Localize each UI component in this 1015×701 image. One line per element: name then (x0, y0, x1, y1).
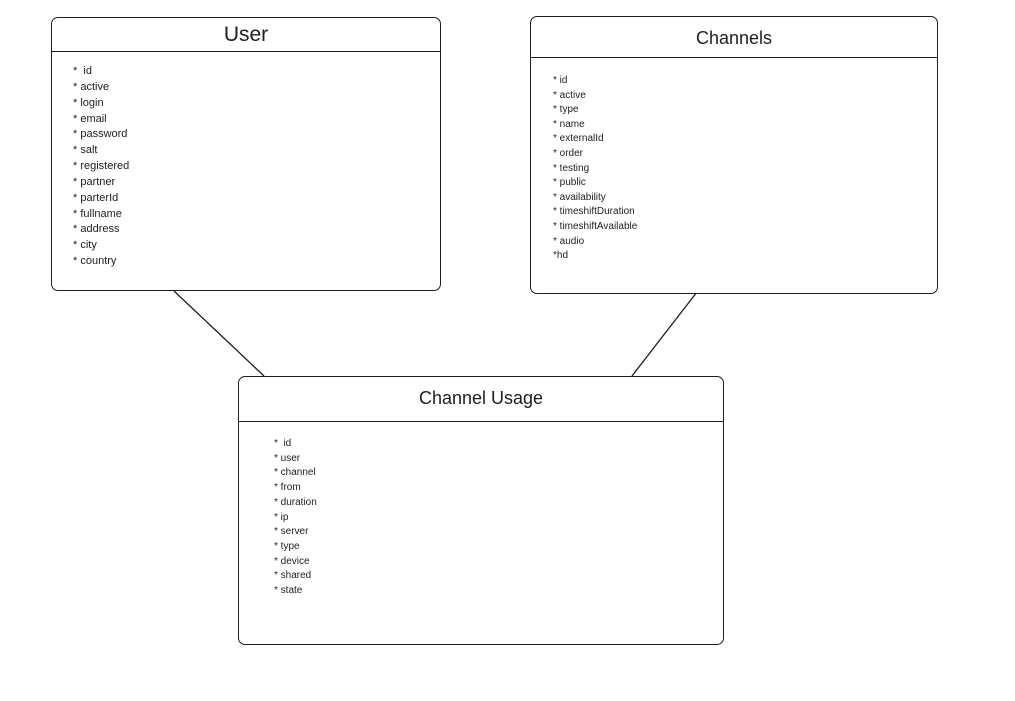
entity-field: * timeshiftDuration (553, 206, 635, 218)
entity-field: * address (73, 223, 120, 236)
entity-field: * country (73, 255, 117, 268)
channel-usage-entity-box[interactable]: Channel Usage * id * user * channel * from *… (238, 376, 724, 645)
entity-field: * active (73, 80, 110, 93)
entity-field: * email (73, 112, 107, 125)
entity-field: * id (274, 438, 292, 449)
entity-field: * testing (553, 162, 590, 174)
channels-field-list: * id * active * type * name * externalId * or… (553, 74, 637, 264)
entity-field: * type (553, 104, 579, 116)
entity-field: * id (73, 65, 92, 77)
entity-field: * id (553, 75, 568, 86)
entity-field: * public (553, 177, 586, 189)
entity-field: * fullname (73, 207, 122, 220)
user-field-list: * id * active * login * email * password * sa… (73, 64, 129, 270)
entity-field: * active (553, 89, 586, 101)
entity-field: * login (73, 96, 104, 109)
relationship-user-to-channel-usage (173, 290, 265, 377)
entity-field: * audio (553, 235, 585, 247)
entity-field: * parterId (73, 191, 119, 204)
entity-field: * partner (73, 175, 116, 188)
entity-field: * server (274, 526, 309, 538)
entity-field: * ip (274, 511, 289, 523)
entity-field: * password (73, 128, 128, 141)
entity-field: * channel (274, 467, 316, 479)
channel-usage-field-list: * id * user * channel * from * duration * ip *… (274, 437, 317, 599)
entity-field: * registered (73, 160, 130, 173)
entity-field: * availability (553, 191, 606, 203)
user-entity-box[interactable]: User * id * active * login * email * passwor… (51, 17, 441, 291)
channels-entity-title: Channels (531, 17, 937, 58)
entity-field: * order (553, 147, 584, 159)
entity-field: * type (274, 540, 300, 552)
entity-field: *hd (553, 250, 569, 262)
entity-field: * name (553, 118, 585, 130)
entity-field: * salt (73, 144, 98, 157)
entity-field: * shared (274, 570, 312, 582)
entity-field: * duration (274, 496, 317, 508)
entity-field: * timeshiftAvailable (553, 220, 638, 232)
channels-entity-box[interactable]: Channels * id * active * type * name * exter… (530, 16, 938, 294)
entity-field: * from (274, 482, 301, 494)
channel-usage-entity-title: Channel Usage (239, 377, 723, 422)
user-entity-title: User (52, 18, 440, 52)
entity-field: * state (274, 585, 303, 597)
entity-field: * user (274, 452, 301, 464)
entity-field: * externalId (553, 133, 604, 145)
entity-field: * device (274, 555, 310, 567)
entity-field: * city (73, 239, 97, 252)
relationship-channels-to-channel-usage (631, 291, 698, 377)
